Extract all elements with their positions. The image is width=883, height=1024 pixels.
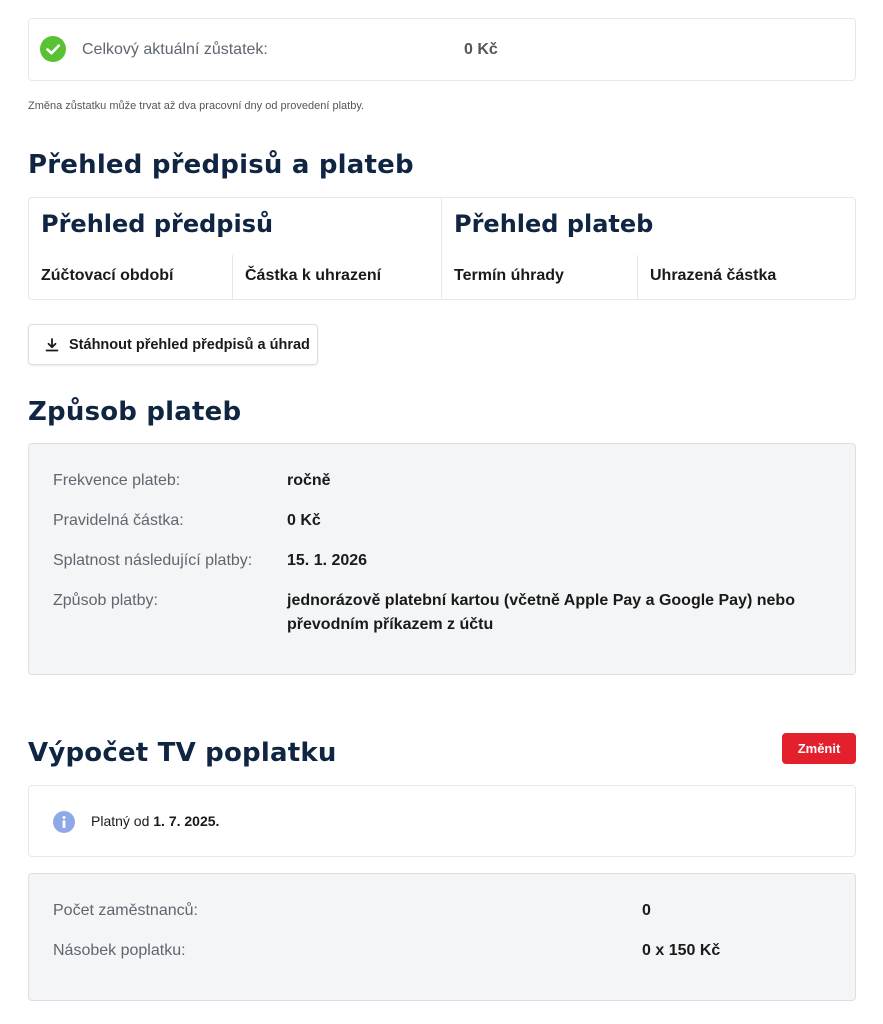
validity-text: Platný od 1. 7. 2025.: [91, 813, 219, 829]
download-overview-button[interactable]: Stáhnout přehled předpisů a úhrad: [28, 324, 318, 365]
fee-multiple-value: 0 x 150 Kč: [642, 942, 721, 959]
payment-type-value-line2: převodním příkazem z účtu: [287, 616, 494, 633]
column-header-due-date: Termín úhrady: [454, 267, 564, 284]
regular-amount-label: Pravidelná částka:: [53, 512, 184, 529]
next-due-label: Splatnost následující platby:: [53, 552, 253, 569]
change-button[interactable]: Změnit: [782, 733, 856, 764]
employee-count-label: Počet zaměstnanců:: [53, 902, 198, 919]
info-icon: [53, 811, 75, 833]
download-overview-label: Stáhnout přehled předpisů a úhrad: [69, 337, 310, 353]
payment-frequency-label: Frekvence plateb:: [53, 472, 181, 489]
fee-multiple-label: Násobek poplatku:: [53, 942, 186, 959]
download-icon: [44, 337, 60, 353]
payments-title: Přehled plateb: [454, 210, 654, 238]
overview-divider: [441, 197, 442, 300]
next-due-value: 15. 1. 2026: [287, 552, 368, 569]
balance-label: Celkový aktuální zůstatek:: [82, 41, 268, 58]
change-button-label: Změnit: [797, 741, 841, 756]
check-circle-icon: [40, 36, 66, 62]
column-divider-2: [637, 255, 638, 300]
overview-title: Přehled předpisů a plateb: [28, 150, 414, 180]
fee-calculation-card: [28, 873, 856, 1001]
balance-note: Změna zůstatku může trvat až dva pracovn…: [28, 100, 365, 112]
column-divider-1: [232, 255, 233, 300]
payment-method-title: Způsob plateb: [28, 397, 242, 427]
employee-count-value: 0: [642, 902, 651, 919]
payment-type-value-line1: jednorázově platební kartou (včetně Appl…: [287, 592, 795, 609]
column-header-amount-due: Částka k uhrazení: [245, 267, 382, 284]
tv-fee-title: Výpočet TV poplatku: [28, 738, 337, 768]
payment-type-label: Způsob platby:: [53, 592, 158, 609]
column-header-period: Zúčtovací období: [41, 267, 174, 284]
balance-value: 0 Kč: [464, 41, 498, 58]
prescriptions-title: Přehled předpisů: [41, 210, 274, 238]
validity-prefix: Platný od: [91, 813, 150, 829]
payment-frequency-value: ročně: [287, 472, 331, 489]
regular-amount-value: 0 Kč: [287, 512, 321, 529]
column-header-paid-amount: Uhrazená částka: [650, 267, 777, 284]
validity-date: 1. 7. 2025.: [153, 813, 220, 829]
